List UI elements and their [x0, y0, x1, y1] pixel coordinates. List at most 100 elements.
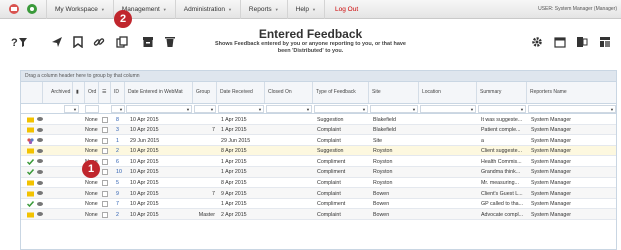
view-icon[interactable]	[37, 191, 43, 196]
cell-reporter: System Manager	[531, 116, 572, 123]
note-icon	[27, 117, 34, 123]
filter-location[interactable]: ▼	[420, 105, 476, 113]
cell-id[interactable]: 2	[114, 146, 124, 156]
filter-date-entered[interactable]: ▼	[126, 105, 192, 113]
view-icon[interactable]	[37, 127, 43, 132]
cell-date-entered: 10 Apr 2015	[130, 211, 159, 218]
col-summary[interactable]: Summary	[477, 82, 527, 103]
row-checkbox[interactable]	[102, 137, 108, 144]
table-row[interactable]: None1010 Apr 20151 Apr 2015ComplimentRoy…	[21, 166, 616, 178]
cell-id[interactable]: 9	[114, 188, 124, 198]
cell-type: Compliment	[317, 169, 346, 176]
menu-administration[interactable]: Administration ▼	[174, 0, 240, 19]
view-icon[interactable]	[37, 180, 43, 185]
cell-site: Bowen	[373, 211, 390, 218]
table-row[interactable]: None610 Apr 20151 Apr 2015ComplimentRoys…	[21, 156, 616, 167]
cell-ord: None	[85, 116, 98, 123]
cell-site: Blakefield	[373, 116, 396, 123]
col-site[interactable]: Site	[369, 82, 419, 103]
table-row[interactable]: None 5 10 Apr 2015 8 Apr 2015 Complaint Royst…	[21, 178, 616, 189]
menu-help[interactable]: Help ▼	[286, 0, 324, 19]
table-row[interactable]: None 3 10 Apr 2015 7 1 Apr 2015 Complaint Blak…	[21, 124, 616, 136]
row-checkbox[interactable]	[102, 211, 108, 218]
cell-type: Suggestion	[317, 116, 344, 123]
cell-site: Royston	[373, 169, 393, 176]
cell-date-received: 29 Jun 2015	[221, 137, 251, 144]
cell-id[interactable]: 10	[114, 167, 124, 177]
cell-id[interactable]: 2	[114, 209, 124, 219]
home-icon[interactable]	[6, 1, 22, 17]
row-checkbox[interactable]	[102, 190, 108, 197]
group-drop-zone[interactable]: Drag a column header here to group by th…	[21, 71, 616, 82]
cell-type: Complaint	[317, 137, 341, 144]
logout-link[interactable]: Log Out	[324, 0, 368, 19]
row-checkbox[interactable]	[102, 169, 108, 176]
cell-reporter: System Manager	[531, 201, 572, 208]
cell-id[interactable]: 7	[114, 199, 124, 209]
cell-summary: Client's Guest L...	[481, 190, 523, 197]
filter-reporter[interactable]: ▼	[528, 105, 616, 113]
view-icon[interactable]	[37, 169, 43, 174]
view-icon[interactable]	[37, 212, 43, 217]
row-checkbox[interactable]	[102, 201, 108, 208]
cell-id[interactable]: 3	[114, 125, 124, 135]
cell-id[interactable]: 1	[114, 135, 124, 145]
col-date-received[interactable]: Date Received	[217, 82, 265, 103]
view-icon[interactable]	[37, 117, 43, 121]
check-icon	[26, 158, 35, 165]
table-row[interactable]: None 8 10 Apr 2015 1 Apr 2015 Suggestion Blak…	[21, 114, 616, 125]
table-row[interactable]: None 9 10 Apr 2015 7 9 Apr 2015 Complaint Bowe…	[21, 188, 616, 199]
row-checkbox[interactable]	[102, 127, 108, 134]
col-type[interactable]: Type of Feedback	[313, 82, 369, 103]
table-row[interactable]: None 7 10 Apr 2015 1 Apr 2015 Compliment Bowe…	[21, 199, 616, 210]
cell-reporter: System Manager	[531, 190, 572, 197]
filter-site[interactable]: ▼	[370, 105, 418, 113]
table-row[interactable]: None 2 10 Apr 2015 Master 2 Apr 2015 Complain…	[21, 209, 616, 220]
menu-reports[interactable]: Reports ▼	[239, 0, 287, 19]
chevron-down-icon: ▼	[362, 107, 366, 112]
row-checkbox[interactable]	[102, 116, 108, 123]
view-icon[interactable]	[37, 138, 43, 143]
row-checkbox[interactable]	[102, 148, 108, 155]
cell-date-entered: 29 Jun 2015	[130, 137, 160, 144]
chevron-down-icon: ▼	[312, 6, 316, 12]
filter-closed-on[interactable]: ▼	[266, 105, 312, 113]
filter-archived[interactable]: ▼	[64, 105, 79, 113]
filter-id[interactable]: ▼	[111, 105, 125, 113]
col-reporter[interactable]: Reporters Name	[527, 82, 616, 103]
filter-type[interactable]: ▼	[314, 105, 368, 113]
filter-icon: ▮	[76, 89, 79, 95]
cell-id[interactable]: 6	[114, 156, 124, 166]
cell-date-received: 1 Apr 2015	[221, 116, 247, 123]
cell-ord: None	[85, 190, 98, 197]
filter-summary[interactable]: ▼	[478, 105, 526, 113]
col-closed-on[interactable]: Closed On	[265, 82, 313, 103]
chevron-down-icon: ▼	[73, 107, 77, 112]
col-ord[interactable]: Ord	[85, 82, 99, 103]
filter-ord[interactable]	[85, 105, 99, 113]
col-menu[interactable]: ☰	[99, 82, 111, 103]
col-archived[interactable]: Archived	[43, 82, 73, 103]
col-archived-filter[interactable]: ▮	[73, 82, 85, 103]
filter-group[interactable]: ▼	[194, 105, 216, 113]
cell-group	[195, 114, 217, 124]
col-date-entered[interactable]: Date Entered in WebMat	[125, 82, 193, 103]
cell-date-entered: 10 Apr 2015	[130, 158, 159, 165]
row-checkbox[interactable]	[102, 180, 108, 187]
cell-date-received: 8 Apr 2015	[221, 180, 247, 187]
col-location[interactable]: Location	[419, 82, 477, 103]
view-icon[interactable]	[37, 201, 43, 206]
row-checkbox[interactable]	[102, 158, 108, 165]
cell-id[interactable]: 5	[114, 178, 124, 188]
favorites-icon[interactable]	[24, 1, 40, 17]
filter-date-received[interactable]: ▼	[218, 105, 264, 113]
menu-my-workspace[interactable]: My Workspace ▼	[46, 0, 113, 19]
col-id[interactable]: ID	[111, 82, 125, 103]
table-row[interactable]: None 2 10 Apr 2015 8 Apr 2015 Suggestion Roys…	[21, 145, 616, 157]
cell-date-received: 1 Apr 2015	[221, 158, 247, 165]
table-row[interactable]: None 1 29 Jun 2015 29 Jun 2015 Complaint Site…	[21, 135, 616, 146]
cell-id[interactable]: 8	[114, 114, 124, 124]
view-icon[interactable]	[37, 148, 43, 153]
col-group[interactable]: Group	[193, 82, 217, 103]
view-icon[interactable]	[37, 159, 43, 164]
